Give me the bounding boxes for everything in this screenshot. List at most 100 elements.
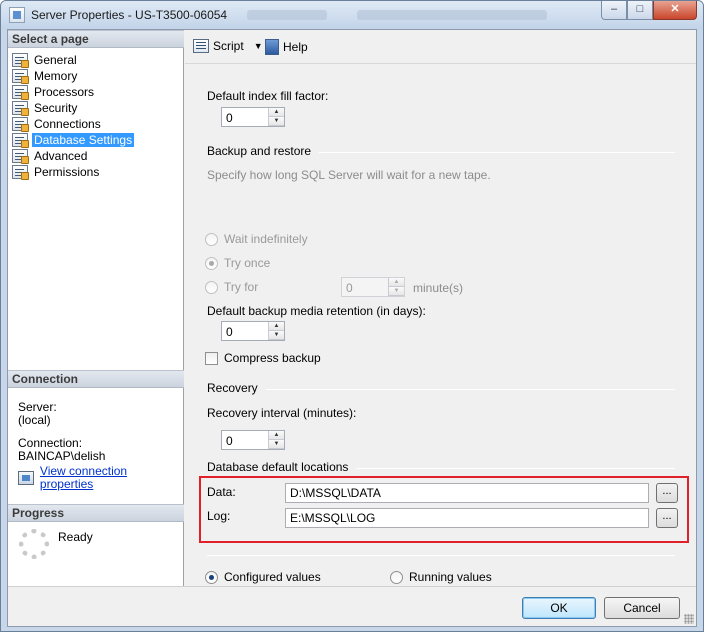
page-item-general[interactable]: General [12, 52, 134, 68]
page-item-label: Advanced [34, 149, 88, 163]
select-page-header: Select a page [8, 30, 184, 48]
fill-factor-label: Default index fill factor: [207, 89, 329, 103]
page-icon [12, 165, 29, 180]
page-icon [12, 133, 29, 148]
chevron-down-icon[interactable]: ▼ [254, 41, 263, 51]
spin-down-icon[interactable]: ▼ [269, 331, 284, 340]
data-path-input[interactable]: D:\MSSQL\DATA [285, 483, 649, 503]
window-controls: – □ ✕ [601, 1, 697, 21]
page-item-advanced[interactable]: Advanced [12, 148, 134, 164]
page-item-security[interactable]: Security [12, 100, 134, 116]
help-button[interactable]: Help [265, 39, 308, 55]
connection-value: BAINCAP\delish [18, 449, 106, 463]
data-browse-button[interactable]: ... [656, 483, 678, 503]
page-item-label: General [34, 53, 77, 67]
spin-up-icon[interactable]: ▲ [269, 431, 284, 440]
progress-header: Progress [8, 504, 184, 522]
backup-hint: Specify how long SQL Server will wait fo… [207, 168, 491, 182]
page-icon [12, 117, 29, 132]
backup-group-label: Backup and restore [207, 144, 312, 158]
try-for-radio[interactable]: Try for [205, 280, 258, 294]
progress-status: Ready [58, 530, 93, 544]
radio-dot [205, 256, 218, 270]
window-title: Server Properties - US-T3500-06054 [31, 8, 228, 22]
resize-grip-icon[interactable] [684, 614, 694, 624]
progress-spinner-icon [19, 529, 49, 559]
checkbox-box [205, 351, 218, 365]
script-button[interactable]: Script ▼ [193, 39, 263, 53]
recovery-interval-label: Recovery interval (minutes): [207, 406, 357, 420]
try-for-value: 0 [346, 281, 353, 295]
script-label: Script [213, 39, 244, 53]
page-item-database-settings[interactable]: Database Settings [12, 132, 135, 148]
retention-stepper[interactable]: 0 ▲ ▼ [221, 321, 285, 341]
page-icon [12, 53, 29, 68]
compress-backup-checkbox[interactable]: Compress backup [205, 351, 321, 365]
page-item-label: Connections [34, 117, 101, 131]
recovery-group: Recovery [207, 381, 675, 395]
radio-dot [390, 570, 403, 584]
compress-backup-label: Compress backup [224, 351, 321, 365]
spin-down-icon[interactable]: ▼ [269, 117, 284, 126]
spin-buttons: ▲ ▼ [268, 108, 284, 126]
spin-up-icon[interactable]: ▲ [269, 108, 284, 117]
connection-header: Connection [8, 370, 184, 388]
page-item-processors[interactable]: Processors [12, 84, 134, 100]
script-icon [193, 39, 209, 53]
help-label: Help [283, 40, 308, 54]
cancel-button[interactable]: Cancel [604, 597, 680, 619]
view-connection-properties[interactable]: View connection properties [18, 465, 183, 491]
page-item-permissions[interactable]: Permissions [12, 164, 134, 180]
help-book-icon [265, 39, 279, 55]
spin-down-icon[interactable]: ▼ [269, 440, 284, 449]
recovery-interval-stepper[interactable]: 0 ▲ ▼ [221, 430, 285, 450]
minimize-icon[interactable]: – [601, 1, 627, 20]
view-connection-properties-link[interactable]: View connection properties [40, 465, 183, 491]
running-values-label: Running values [409, 570, 492, 584]
page-item-label: Security [34, 101, 78, 115]
spin-down-icon[interactable]: ▼ [389, 287, 404, 296]
ok-button[interactable]: OK [522, 597, 596, 619]
connection-info: Server: (local) Connection: BAINCAP\deli… [18, 401, 183, 491]
page-item-label: Database Settings [32, 133, 135, 147]
fill-factor-stepper[interactable]: 0 ▲ ▼ [221, 107, 285, 127]
log-browse-button[interactable]: ... [656, 508, 678, 528]
spin-up-icon[interactable]: ▲ [389, 278, 404, 287]
maximize-icon[interactable]: □ [627, 1, 653, 20]
fill-factor-value: 0 [226, 111, 233, 125]
locations-group-label: Database default locations [207, 460, 349, 474]
blurred-title-area [247, 10, 327, 20]
dialog-client-area: Select a page General Memory Processors … [7, 29, 697, 627]
properties-icon [18, 471, 34, 485]
radio-dot [205, 280, 218, 294]
try-once-radio[interactable]: Try once [205, 256, 270, 270]
separator [207, 555, 675, 556]
log-path-input[interactable]: E:\MSSQL\LOG [285, 508, 649, 528]
wait-indefinitely-radio[interactable]: Wait indefinitely [205, 232, 308, 246]
dialog-button-bar: OK Cancel [8, 586, 696, 626]
default-locations-group: Database default locations [207, 460, 675, 474]
title-bar[interactable]: Server Properties - US-T3500-06054 – □ ✕ [1, 1, 703, 29]
spin-buttons: ▲ ▼ [268, 322, 284, 340]
right-pane: Script ▼ Help Default index fill factor:… [185, 30, 696, 586]
blurred-title-area [357, 10, 547, 20]
retention-label: Default backup media retention (in days)… [207, 304, 426, 318]
page-item-connections[interactable]: Connections [12, 116, 134, 132]
try-for-minutes-stepper[interactable]: 0 ▲ ▼ [341, 277, 405, 297]
page-list: General Memory Processors Security Conne… [12, 52, 135, 180]
close-icon[interactable]: ✕ [653, 1, 697, 20]
page-item-memory[interactable]: Memory [12, 68, 134, 84]
backup-restore-group: Backup and restore [207, 144, 675, 158]
configured-values-radio[interactable]: Configured values [205, 570, 321, 584]
data-label: Data: [207, 485, 236, 499]
page-icon [12, 149, 29, 164]
server-value: (local) [18, 413, 51, 427]
running-values-radio[interactable]: Running values [390, 570, 492, 584]
page-icon [12, 85, 29, 100]
left-pane: Select a page General Memory Processors … [8, 30, 184, 586]
spin-up-icon[interactable]: ▲ [269, 322, 284, 331]
spin-buttons: ▲ ▼ [268, 431, 284, 449]
page-item-label: Memory [34, 69, 78, 83]
radio-dot [205, 232, 218, 246]
settings-form: Default index fill factor: 0 ▲ ▼ Backup a… [185, 65, 696, 586]
